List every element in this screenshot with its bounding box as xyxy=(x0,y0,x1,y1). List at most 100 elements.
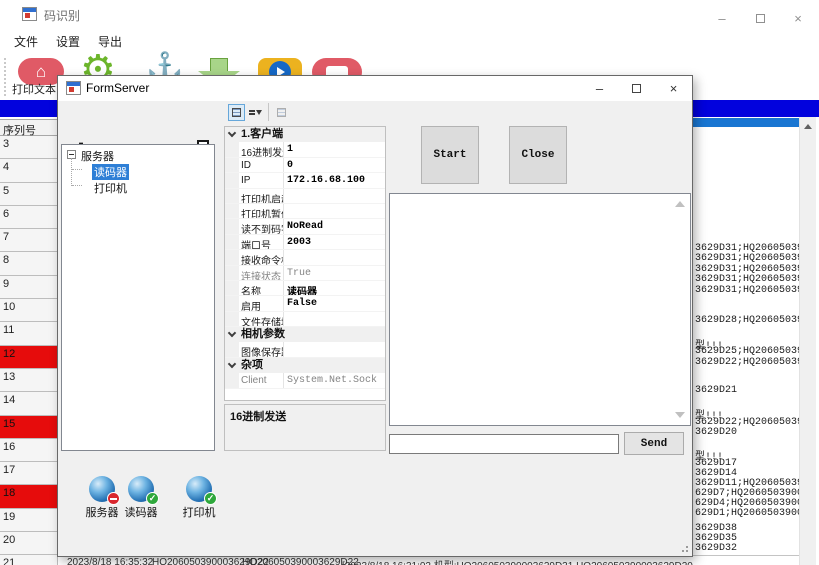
table-row[interactable]: 21 xyxy=(0,555,58,565)
table-row[interactable]: 3 xyxy=(0,136,58,159)
propgrid-row[interactable]: ClientSystem.Net.Sock xyxy=(225,373,385,388)
start-button[interactable]: Start xyxy=(421,126,479,184)
message-input[interactable] xyxy=(389,434,619,454)
dialog-minimize-button[interactable]: – xyxy=(581,78,618,99)
menu-bar: 文件 设置 导出 xyxy=(0,28,819,54)
main-minimize-button[interactable]: – xyxy=(706,8,738,28)
property-value[interactable] xyxy=(284,312,385,326)
propgrid-row[interactable]: 文件存储地 xyxy=(225,312,385,327)
tree-item-reader[interactable]: 读码器 xyxy=(92,164,129,180)
propgrid-gutter xyxy=(225,189,238,203)
property-name: 打印机暂停 xyxy=(238,204,284,218)
table-row[interactable]: 9 xyxy=(0,276,58,299)
reader-status-icon[interactable]: ✓ xyxy=(128,476,154,502)
propgrid-row[interactable]: 启用False xyxy=(225,296,385,311)
property-value[interactable]: 172.16.68.100 xyxy=(284,173,385,187)
propgrid-gutter xyxy=(225,312,238,326)
menu-item-export[interactable]: 导出 xyxy=(98,33,122,50)
propgrid-row[interactable]: 连接状态True xyxy=(225,266,385,281)
scroll-down-icon[interactable] xyxy=(675,412,685,418)
table-row[interactable]: 14 xyxy=(0,392,58,415)
chevron-down-icon[interactable] xyxy=(228,360,236,368)
table-row[interactable]: 7 xyxy=(0,229,58,252)
propgrid-row[interactable]: 打印机启动 xyxy=(225,189,385,204)
propgrid-row[interactable]: IP172.16.68.100 xyxy=(225,173,385,188)
close-button[interactable]: Close xyxy=(509,126,567,184)
propgrid-row[interactable]: 16进制发送1 xyxy=(225,142,385,157)
table-row[interactable]: 6 xyxy=(0,206,58,229)
sort-alphabetical-icon[interactable] xyxy=(247,104,264,121)
property-value[interactable] xyxy=(284,250,385,264)
table-row[interactable]: 16 xyxy=(0,439,58,462)
send-button[interactable]: Send xyxy=(624,432,684,455)
propgrid-category[interactable]: 1.客户端 xyxy=(225,127,385,142)
table-row[interactable]: 15 xyxy=(0,416,58,439)
dialog-maximize-button[interactable] xyxy=(618,78,655,99)
server-status-icon[interactable] xyxy=(89,476,115,502)
property-value[interactable]: NoRead xyxy=(284,219,385,233)
propgrid-row[interactable]: 名称读码器 xyxy=(225,281,385,296)
printer-status-label: 打印机 xyxy=(173,504,225,520)
arrow-stem xyxy=(210,58,228,71)
main-window-title: 码识别 xyxy=(44,7,80,24)
maximize-icon xyxy=(756,14,765,23)
propgrid-row[interactable]: 接收命令格 xyxy=(225,250,385,265)
property-description: 16进制发送 xyxy=(224,404,386,451)
propgrid-gutter xyxy=(225,281,238,295)
property-value[interactable]: 2003 xyxy=(284,235,385,249)
device-tree[interactable]: 服务器 读码器 打印机 xyxy=(61,144,215,451)
property-value[interactable] xyxy=(284,342,385,356)
tree-item-printer[interactable]: 打印机 xyxy=(94,180,127,196)
table-row[interactable]: 12 xyxy=(0,346,58,369)
tree-item-server[interactable]: 服务器 xyxy=(81,148,114,164)
table-row[interactable]: 17 xyxy=(0,462,58,485)
table-row[interactable]: 11 xyxy=(0,322,58,345)
maximize-icon xyxy=(632,84,641,93)
menu-item-settings[interactable]: 设置 xyxy=(56,33,80,50)
propgrid-row[interactable]: ID0 xyxy=(225,158,385,173)
main-close-button[interactable]: × xyxy=(782,8,814,28)
property-grid[interactable]: 1.客户端16进制发送1ID0IP172.16.68.100打印机启动打印机暂停… xyxy=(224,126,386,401)
output-textarea[interactable] xyxy=(389,193,691,426)
resize-grip-icon[interactable] xyxy=(686,550,688,552)
table-row[interactable]: 13 xyxy=(0,369,58,392)
scroll-up-icon[interactable] xyxy=(675,201,685,207)
chevron-down-icon[interactable] xyxy=(228,129,236,137)
chevron-down-icon[interactable] xyxy=(228,329,236,337)
propgrid-row[interactable]: 图像保存路 xyxy=(225,342,385,357)
table-row[interactable]: 19 xyxy=(0,509,58,532)
table-row[interactable]: 18 xyxy=(0,485,58,508)
vertical-scrollbar[interactable] xyxy=(799,117,816,565)
property-value[interactable]: False xyxy=(284,296,385,310)
property-value[interactable]: 1 xyxy=(284,142,385,156)
property-value[interactable]: System.Net.Sock xyxy=(284,373,385,387)
propgrid-category[interactable]: 相机参数 xyxy=(225,327,385,342)
menu-item-file[interactable]: 文件 xyxy=(14,33,38,50)
main-maximize-button[interactable] xyxy=(744,8,776,28)
scroll-up-icon[interactable] xyxy=(804,124,812,129)
table-row[interactable]: 8 xyxy=(0,252,58,275)
table-row[interactable]: 20 xyxy=(0,532,58,555)
property-name: 接收命令格 xyxy=(238,250,284,264)
log-line: 3629D28;HQ2060503900036 xyxy=(695,315,799,326)
propgrid-gutter xyxy=(225,142,238,156)
table-row[interactable]: 5 xyxy=(0,183,58,206)
dialog-titlebar[interactable]: FormServer – × xyxy=(58,76,692,101)
property-value[interactable]: 读码器 xyxy=(284,281,385,295)
dialog-close-button[interactable]: × xyxy=(655,78,692,99)
table-row[interactable]: 4 xyxy=(0,159,58,182)
property-name: ID xyxy=(238,158,284,172)
property-value[interactable]: 0 xyxy=(284,158,385,172)
propgrid-row[interactable]: 打印机暂停 xyxy=(225,204,385,219)
property-value[interactable]: True xyxy=(284,266,385,280)
table-row[interactable]: 10 xyxy=(0,299,58,322)
property-name: 名称 xyxy=(238,281,284,295)
propgrid-category[interactable]: 杂项 xyxy=(225,358,385,373)
property-value[interactable] xyxy=(284,204,385,218)
printer-status-icon[interactable]: ✓ xyxy=(186,476,212,502)
log-line: 3629D21 xyxy=(695,385,737,396)
property-value[interactable] xyxy=(284,189,385,203)
propgrid-row[interactable]: 读不到码字NoRead xyxy=(225,219,385,234)
categorized-icon[interactable] xyxy=(228,104,245,121)
propgrid-row[interactable]: 端口号2003 xyxy=(225,235,385,250)
